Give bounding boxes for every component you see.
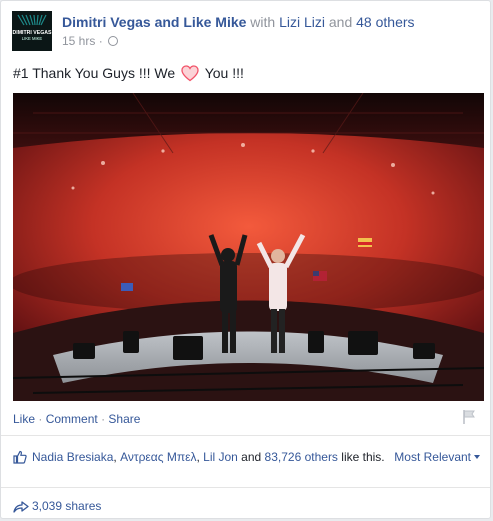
like-action[interactable]: Like [13, 412, 35, 426]
divider [1, 435, 490, 436]
flag-icon[interactable] [462, 409, 476, 425]
share-arrow-icon [13, 501, 29, 513]
concert-photo [13, 93, 484, 401]
action-separator: · [101, 412, 106, 426]
tagged-user-link[interactable]: Lizi Lizi [279, 14, 325, 30]
comment-action[interactable]: Comment [46, 412, 98, 426]
heart-emoji-icon [181, 65, 199, 82]
post-actions: Like · Comment · Share [13, 411, 140, 427]
avatar-text-line2: LIKE MIKE [22, 36, 43, 41]
page-avatar[interactable]: DIMITRI VEGAS LIKE MIKE [12, 11, 52, 51]
post-card: DIMITRI VEGAS LIKE MIKE Dimitri Vegas an… [0, 0, 491, 519]
thumbs-up-icon [13, 450, 27, 464]
divider [1, 487, 490, 488]
likes-text: Nadia Bresiaka, Αντρεας Μπελ, Lil Jon an… [32, 449, 387, 465]
avatar-logo-graphic: DIMITRI VEGAS LIKE MIKE [12, 11, 52, 51]
comma: , [113, 450, 117, 464]
shares-count: 3,039 shares [32, 499, 102, 513]
post-meta: 15 hrs · [62, 33, 119, 49]
post-photo[interactable] [13, 93, 484, 401]
timestamp-link[interactable]: 15 hrs [62, 34, 95, 48]
chevron-down-icon [474, 455, 480, 459]
with-text: with [250, 14, 276, 30]
sort-label: Most Relevant [394, 450, 471, 464]
post-header: Dimitri Vegas and Like Mike with Lizi Li… [62, 13, 415, 31]
liker-link[interactable]: Nadia Bresiaka [32, 450, 113, 464]
comma: , [196, 450, 200, 464]
post-message: #1 Thank You Guys !!! We You !!! [13, 64, 244, 83]
author-link[interactable]: Dimitri Vegas and Like Mike [62, 14, 246, 30]
comment-sort-dropdown[interactable]: Most Relevant [394, 449, 480, 465]
shares-link[interactable]: 3,039 shares [13, 498, 101, 514]
liker-link[interactable]: Lil Jon [203, 450, 238, 464]
post-text-before: #1 Thank You Guys !!! We [13, 65, 176, 81]
likes-others-link[interactable]: 83,726 others [265, 450, 338, 464]
and-text: and [241, 450, 262, 464]
and-text: and [328, 14, 353, 30]
globe-icon[interactable] [108, 36, 119, 46]
tagged-others-link[interactable]: 48 others [356, 14, 414, 30]
like-this-text: like this. [341, 450, 385, 464]
share-action[interactable]: Share [108, 412, 140, 426]
post-text-after: You !!! [204, 65, 244, 81]
meta-separator: · [98, 34, 103, 48]
action-separator: · [38, 412, 43, 426]
liker-link[interactable]: Αντρεας Μπελ [120, 450, 196, 464]
